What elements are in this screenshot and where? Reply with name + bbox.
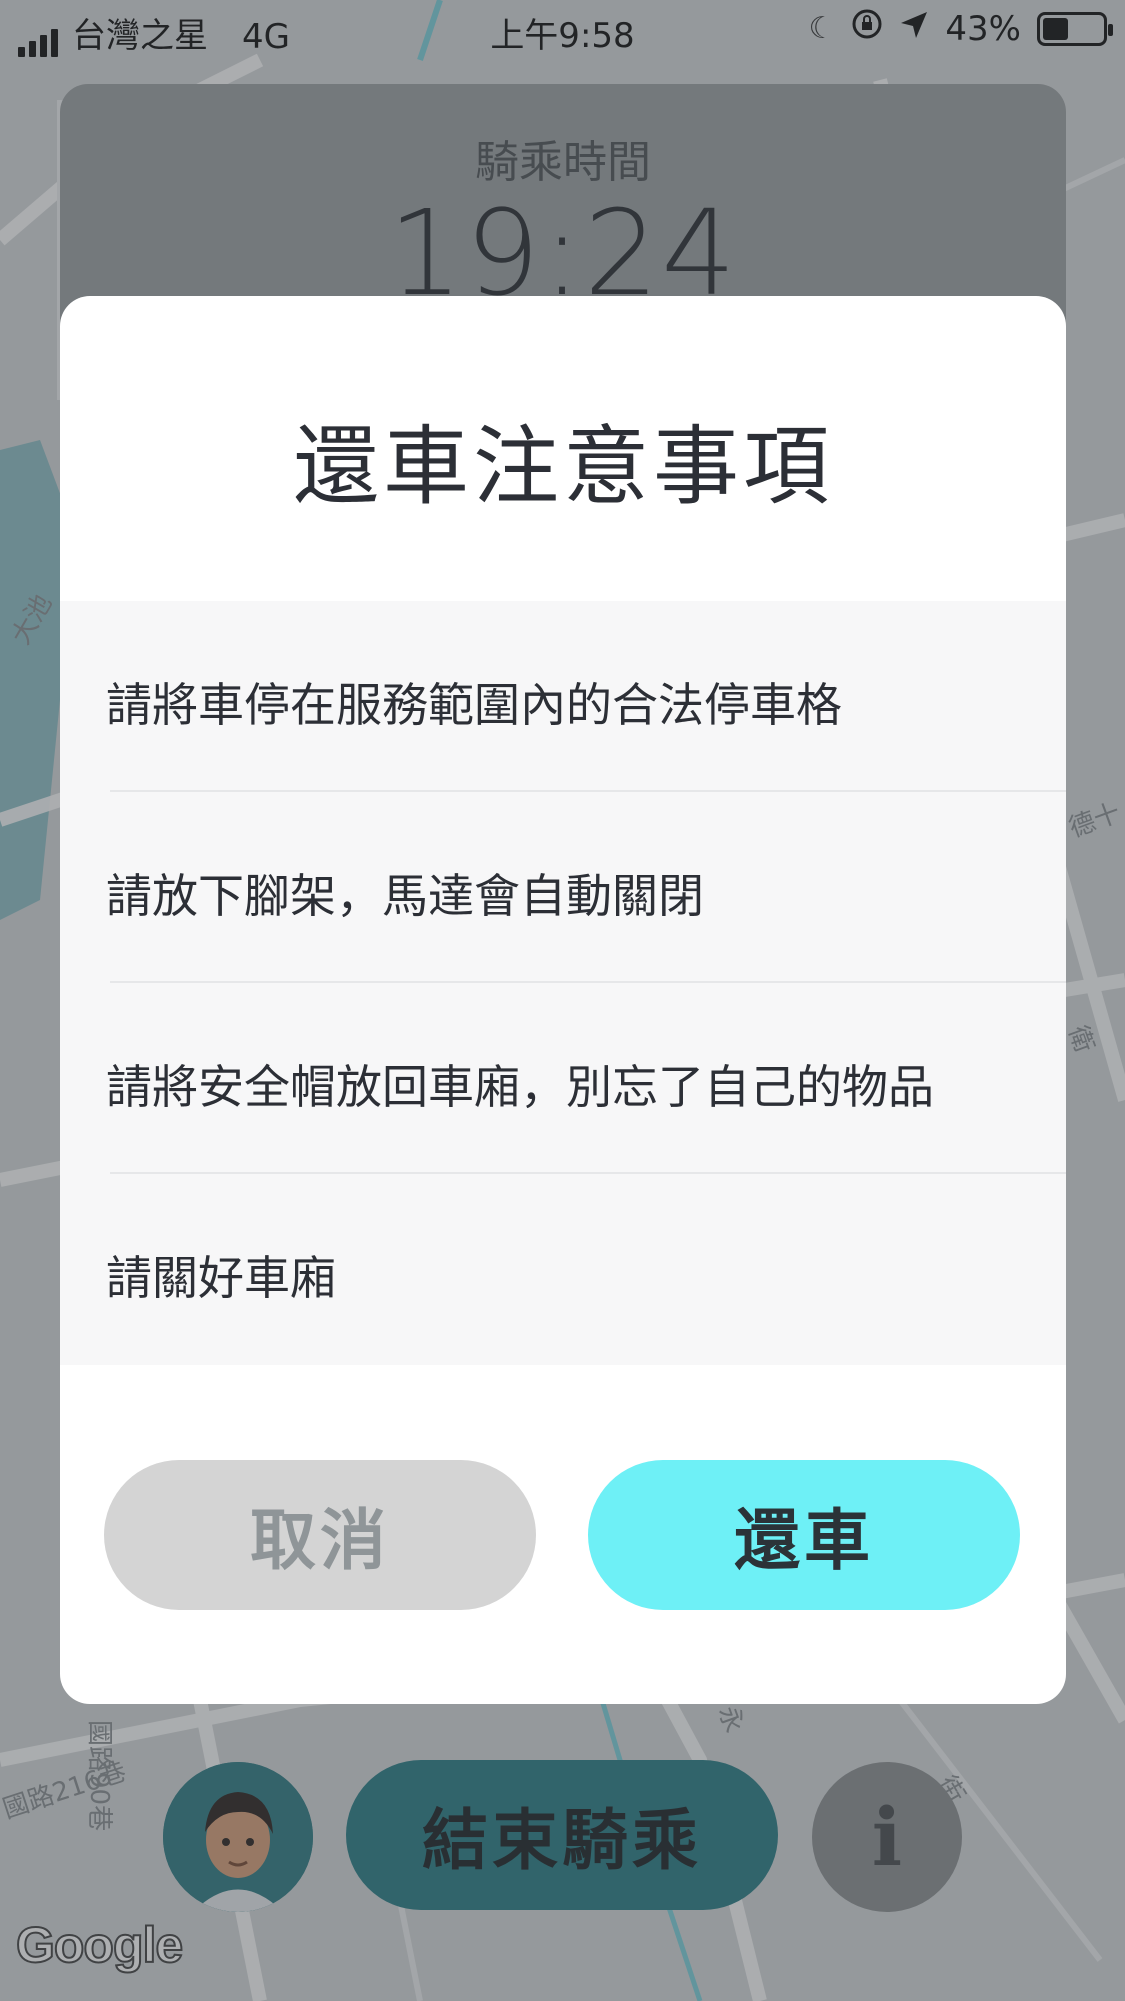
notice-text: 請將車停在服務範圍內的合法停車格 — [106, 678, 842, 732]
notice-text: 請關好車廂 — [106, 1251, 336, 1305]
list-item: 請放下腳架，馬達會自動關閉 — [60, 792, 1066, 983]
list-item: 請將車停在服務範圍內的合法停車格 — [60, 601, 1066, 792]
return-notice-dialog: 還車注意事項 請將車停在服務範圍內的合法停車格 請放下腳架，馬達會自動關閉 請將… — [60, 296, 1066, 1704]
list-item: 請關好車廂 — [60, 1174, 1066, 1365]
return-scooter-button[interactable]: 還車 — [588, 1460, 1020, 1610]
notice-text: 請放下腳架，馬達會自動關閉 — [106, 869, 704, 923]
dialog-title: 還車注意事項 — [293, 417, 833, 517]
list-item: 請將安全帽放回車廂，別忘了自己的物品 — [60, 983, 1066, 1174]
notice-text: 請將安全帽放回車廂，別忘了自己的物品 — [106, 1060, 934, 1114]
cancel-button[interactable]: 取消 — [104, 1460, 536, 1610]
notice-list: 請將車停在服務範圍內的合法停車格 請放下腳架，馬達會自動關閉 請將安全帽放回車廂… — [60, 601, 1066, 1365]
